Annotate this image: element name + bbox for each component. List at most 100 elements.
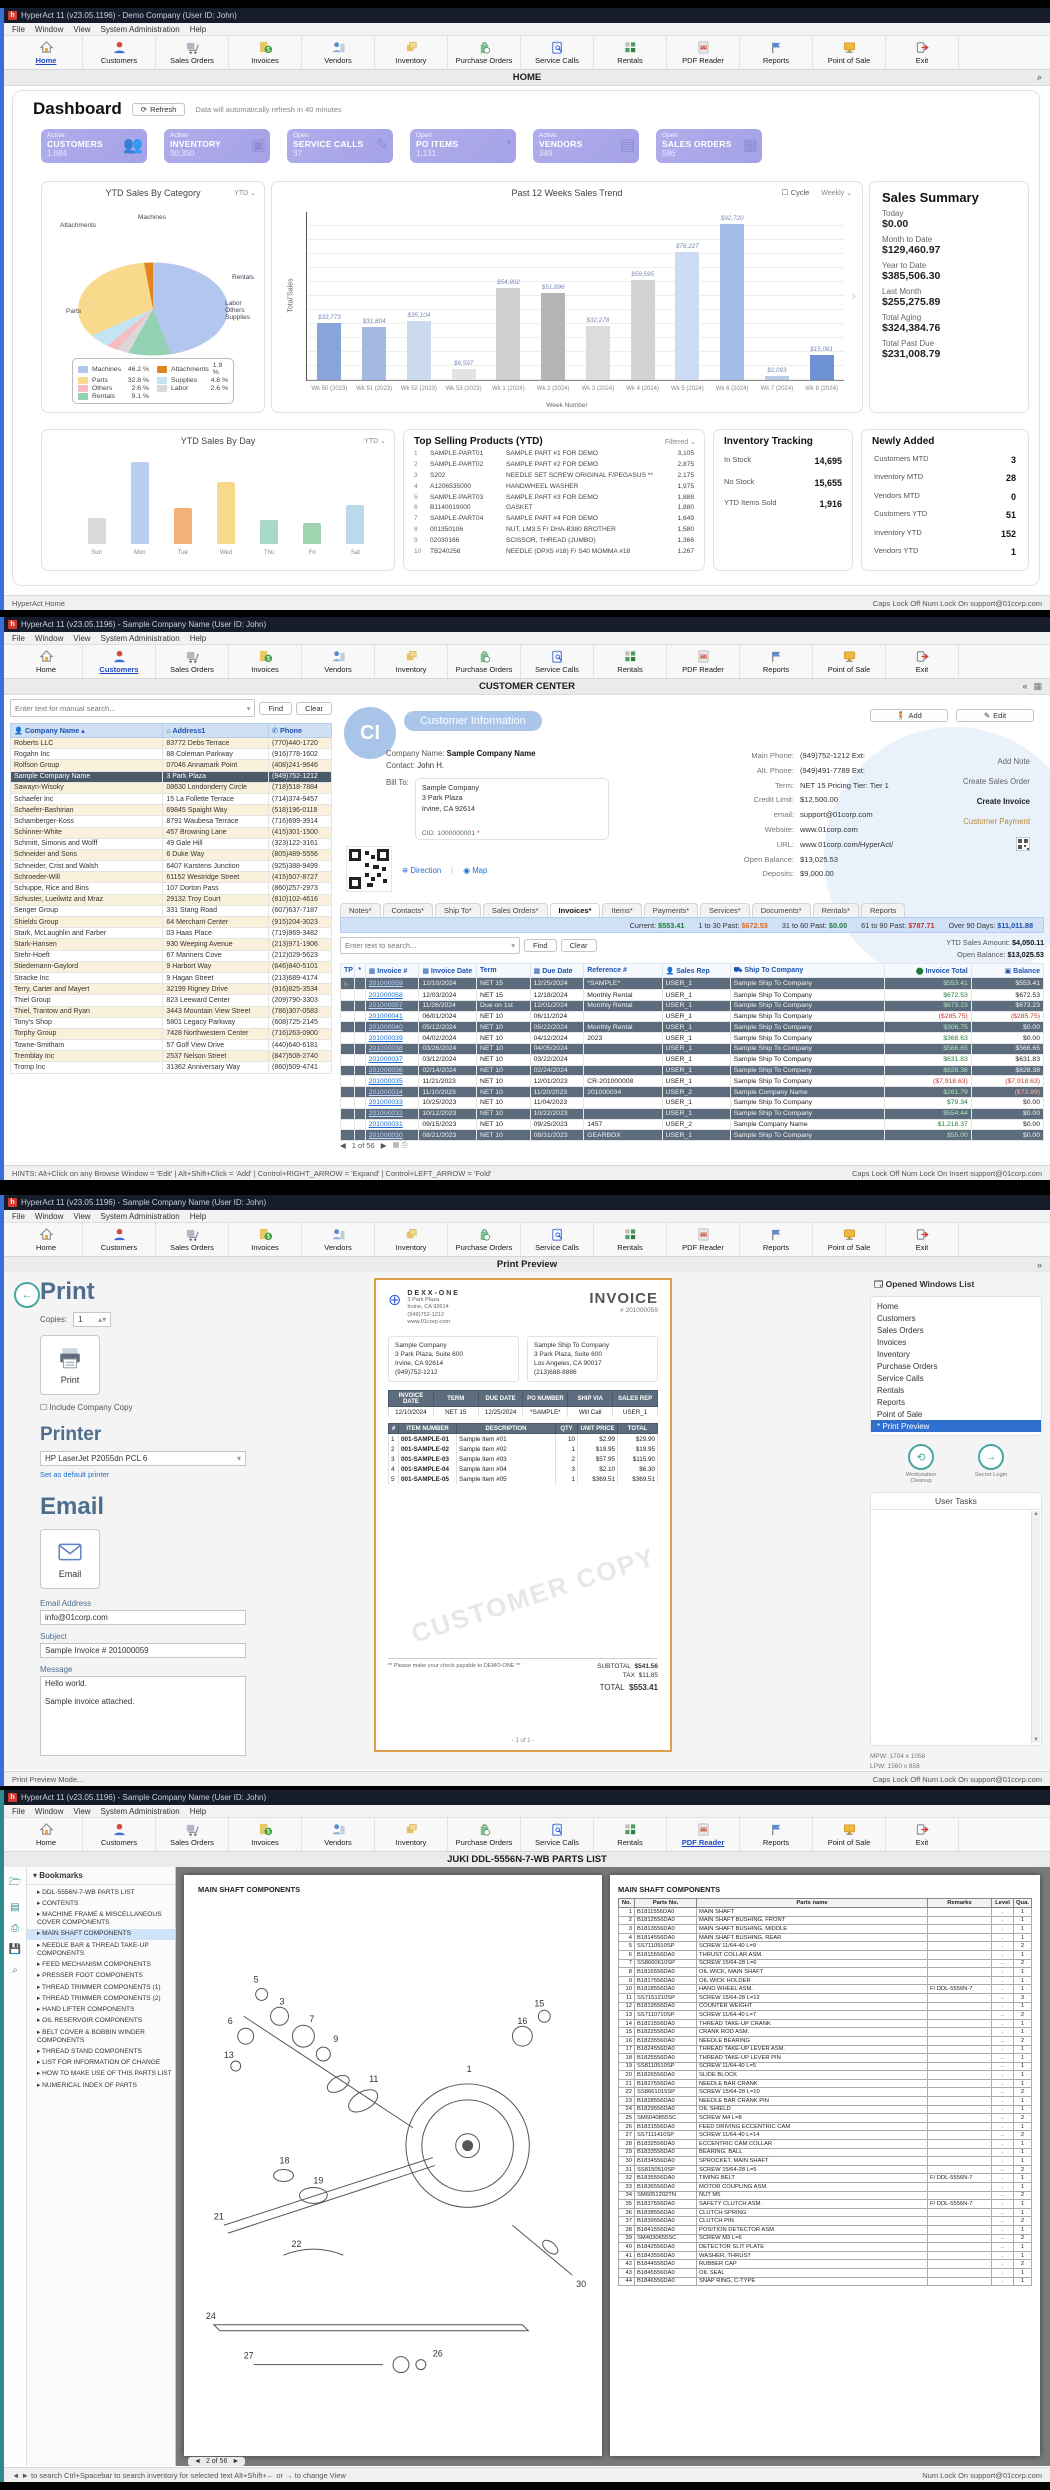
customer-row[interactable]: Sawayn-Wisoky08630 Londonderry Circle(71… bbox=[11, 782, 332, 793]
parts-row[interactable]: 6B1815556DA0THRUST COLLAR ASM. .1 bbox=[619, 1950, 1032, 1959]
menu-item[interactable]: View bbox=[73, 25, 90, 34]
customer-row[interactable]: Rogahn Inc88 Coleman Parkway(916)778-160… bbox=[11, 749, 332, 760]
product-row[interactable]: 8 001350106 NUT, LM3.5 F/ DHA-B380 BROTH… bbox=[414, 525, 694, 536]
parts-row[interactable]: 10B1818556DA0HAND WHEEL ASM. F/ DDL-5556… bbox=[619, 1985, 1032, 1994]
find-button[interactable]: Find bbox=[259, 702, 292, 715]
byday-range-dropdown[interactable]: YTD ⌄ bbox=[364, 437, 386, 445]
parts-row[interactable]: 40B1842556DA0DETECTOR SLIT PLATE ..1 bbox=[619, 2243, 1032, 2252]
tab[interactable]: Notes* bbox=[340, 903, 381, 917]
opened-window-item[interactable]: Point of Sale bbox=[871, 1408, 1041, 1420]
chart-prev-arrow[interactable]: ‹ bbox=[286, 287, 291, 303]
customer-search-input[interactable]: Enter text for manual search...▾ bbox=[10, 699, 255, 717]
opened-window-item[interactable]: Sales Orders bbox=[871, 1324, 1041, 1336]
parts-row[interactable]: 38B1841556DA0POSITION DETECTOR ASM. .1 bbox=[619, 2225, 1032, 2234]
parts-row[interactable]: 35B1837556DA0SAFETY CLUTCH ASM. F/ DDL-5… bbox=[619, 2200, 1032, 2209]
parts-row[interactable]: 3B1813556DA0MAIN SHAFT BUSHING, MIDDLE .… bbox=[619, 1925, 1032, 1934]
printer-select[interactable]: HP LaserJet P2055dn PCL 6▾ bbox=[40, 1451, 246, 1466]
save-icon[interactable]: 💾 bbox=[9, 1944, 21, 1955]
product-row[interactable]: 4 A1206535000 HANDWHEEL WASHER 1,975 bbox=[414, 482, 694, 493]
menu-item[interactable]: Help bbox=[190, 1212, 206, 1221]
bookmark-item[interactable]: ▸ CONTENTS bbox=[27, 1898, 175, 1909]
opened-window-item[interactable]: Home bbox=[871, 1300, 1041, 1312]
menu-item[interactable]: File bbox=[12, 25, 25, 34]
clear-button[interactable]: Clear bbox=[296, 702, 332, 715]
parts-row[interactable]: 1B1811556DA0MAIN SHAFT .1 bbox=[619, 1908, 1032, 1917]
customer-row[interactable]: Schamberger-Koss8791 Waubesa Terrace(716… bbox=[11, 816, 332, 827]
directions-link[interactable]: ⛯ Direction bbox=[402, 866, 441, 876]
product-row[interactable]: 3 S202 NEEDLE SET SCREW ORIGINAL F/PEGAS… bbox=[414, 471, 694, 482]
customer-row[interactable]: Stiedemann-Gaylord9 Harbort Way(646)840-… bbox=[11, 961, 332, 972]
invoice-row[interactable]: 20100003109/15/2023NET 10 09/25/20231457… bbox=[341, 1119, 1044, 1130]
invoice-row[interactable]: 20100003703/12/2024NET 10 03/22/2024USER… bbox=[341, 1054, 1044, 1065]
customer-row[interactable]: Schmitt, Simonis and Wolff49 Gale Hill(3… bbox=[11, 838, 332, 849]
customer-row[interactable]: Thiel, Trantow and Ryan3443 Mountain Vie… bbox=[11, 1006, 332, 1017]
menu-item[interactable]: System Administration bbox=[101, 1212, 180, 1221]
toolbar-item[interactable]: Service Calls bbox=[521, 1223, 594, 1256]
toolbar-item[interactable]: Service Calls bbox=[521, 645, 594, 678]
menu-item[interactable]: File bbox=[12, 1212, 25, 1221]
parts-row[interactable]: 8B1816556DA0OIL WICK, MAIN SHAFT .1 bbox=[619, 1968, 1032, 1977]
toolbar-item[interactable]: Invoices bbox=[229, 1223, 302, 1256]
invoice-clear-button[interactable]: Clear bbox=[561, 939, 597, 952]
col-phone[interactable]: ✆ Phone bbox=[269, 724, 332, 738]
toolbar-item[interactable]: Home bbox=[10, 1223, 83, 1256]
parts-row[interactable]: 7SS8660610SPSCREW 15/64-28 L=6 ..2 bbox=[619, 1959, 1032, 1968]
back-button[interactable]: ← bbox=[14, 1282, 40, 1308]
email-address-input[interactable]: info@01corp.com bbox=[40, 1610, 246, 1625]
menu-item[interactable]: System Administration bbox=[101, 1807, 180, 1816]
toolbar-item[interactable]: Customers bbox=[83, 36, 156, 69]
qr-mini-icon[interactable] bbox=[1016, 837, 1030, 851]
parts-row[interactable]: 23B1828556DA0NEEDLE BAR CRANK PIN .1 bbox=[619, 2097, 1032, 2106]
menu-item[interactable]: System Administration bbox=[101, 634, 180, 643]
customer-row[interactable]: Schroeder-Will61152 Westridge Street(415… bbox=[11, 872, 332, 883]
expand-icon[interactable]: » bbox=[1037, 1260, 1042, 1270]
edit-button[interactable]: ✎ Edit bbox=[956, 709, 1034, 722]
tab[interactable]: Rentals* bbox=[813, 903, 859, 917]
toolbar-item[interactable]: Service Calls bbox=[521, 1818, 594, 1851]
toolbar-item[interactable]: Vendors bbox=[302, 645, 375, 678]
toolbar-item[interactable]: Purchase Orders bbox=[448, 36, 521, 69]
toolbar-item[interactable]: Invoices bbox=[229, 645, 302, 678]
tab[interactable]: Items* bbox=[602, 903, 641, 917]
parts-row[interactable]: 22SS8661015SPSCREW 15/64-28 L=10 ..2 bbox=[619, 2088, 1032, 2097]
create-sales-order-link[interactable]: Create Sales Order bbox=[963, 777, 1030, 786]
toolbar-item[interactable]: Rentals bbox=[594, 36, 667, 69]
parts-row[interactable]: 14B1821556DA0THREAD TAKE-UP CRANK .1 bbox=[619, 2019, 1032, 2028]
toolbar-item[interactable]: Vendors bbox=[302, 1223, 375, 1256]
parts-row[interactable]: 25SM6040855SCSCREW M4 L=8 ..2 bbox=[619, 2114, 1032, 2123]
pie-range-dropdown[interactable]: YTD ⌄ bbox=[234, 189, 256, 197]
tab[interactable]: Contacts* bbox=[383, 903, 434, 917]
parts-row[interactable]: 26B1831556DA0FEED DRIVING ECCENTRIC CAM … bbox=[619, 2122, 1032, 2131]
parts-row[interactable]: 36B1838556DA0CLUTCH SPRING ..1 bbox=[619, 2208, 1032, 2217]
opened-window-item[interactable]: * Print Preview bbox=[871, 1420, 1041, 1432]
customer-row[interactable]: Tremblay Inc2537 Nelson Street(847)508-2… bbox=[11, 1051, 332, 1062]
parts-row[interactable]: 18B1825556DA0THREAD TAKE-UP LEVER PIN ..… bbox=[619, 2054, 1032, 2063]
toolbar-item[interactable]: Purchase Orders bbox=[448, 645, 521, 678]
customer-row[interactable]: Rolfson Group07046 Annamark Point(408)24… bbox=[11, 760, 332, 771]
parts-row[interactable]: 21B1827556DA0NEEDLE BAR CRANK .1 bbox=[619, 2079, 1032, 2088]
menu-item[interactable]: View bbox=[73, 1807, 90, 1816]
collapse-icon[interactable]: « bbox=[1022, 681, 1027, 692]
kpi-tile[interactable]: Open SERVICE CALLS 37 ✎ bbox=[287, 129, 393, 163]
toolbar-item[interactable]: Customers bbox=[83, 645, 156, 678]
toolbar-item[interactable]: Exit bbox=[886, 1818, 959, 1851]
menu-item[interactable]: Window bbox=[35, 634, 63, 643]
zoom-icon[interactable]: ⌕ bbox=[12, 1965, 18, 1976]
toolbar-item[interactable]: Home bbox=[10, 36, 83, 69]
opened-window-item[interactable]: Inventory bbox=[871, 1348, 1041, 1360]
parts-row[interactable]: 5SS7110910SPSCREW 11/64-40 L=9 .2 bbox=[619, 1942, 1032, 1951]
menu-item[interactable]: Help bbox=[190, 25, 206, 34]
toolbar-item[interactable]: Point of Sale bbox=[813, 645, 886, 678]
toolbar-item[interactable]: Exit bbox=[886, 1223, 959, 1256]
kpi-tile[interactable]: Open SALES ORDERS 586 ▦ bbox=[656, 129, 762, 163]
refresh-button[interactable]: ⟳ Refresh bbox=[132, 103, 186, 116]
product-row[interactable]: 1 SAMPLE-PART01 SAMPLE PART #1 FOR DEMO … bbox=[414, 449, 694, 460]
bookmark-item[interactable]: ▸ HOW TO MAKE USE OF THIS PARTS LIST bbox=[27, 2069, 175, 2080]
menu-item[interactable]: Window bbox=[35, 25, 63, 34]
toolbar-item[interactable]: Invoices bbox=[229, 1818, 302, 1851]
toolbar-item[interactable]: Inventory bbox=[375, 645, 448, 678]
parts-row[interactable]: 20B1826556DA0SLIDE BLOCK .1 bbox=[619, 2071, 1032, 2080]
opened-window-item[interactable]: Reports bbox=[871, 1396, 1041, 1408]
message-textarea[interactable]: Hello world. Sample invoice attached. bbox=[40, 1676, 246, 1756]
toolbar-item[interactable]: Point of Sale bbox=[813, 1818, 886, 1851]
